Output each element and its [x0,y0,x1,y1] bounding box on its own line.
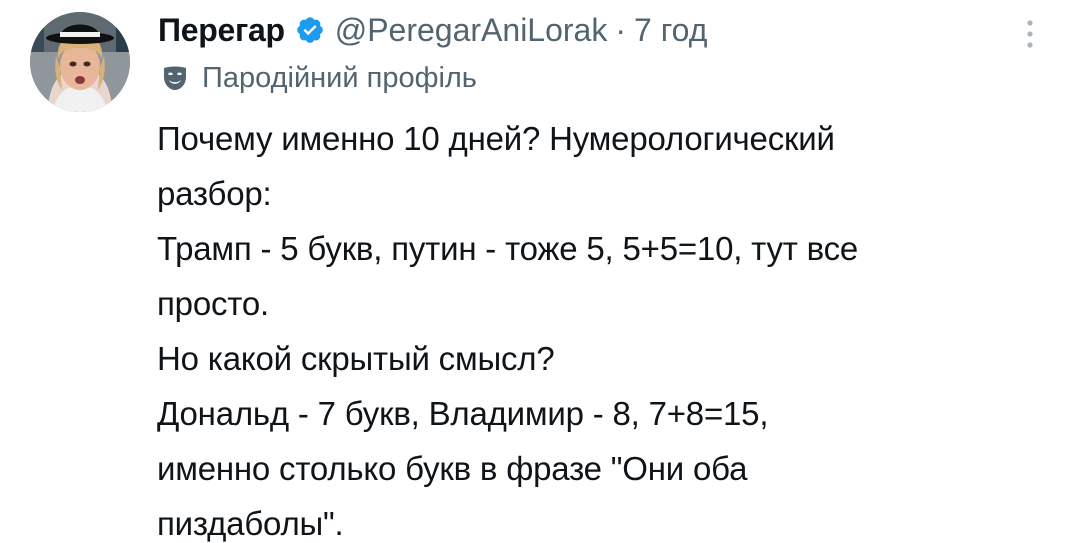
display-name[interactable]: Перегар [158,12,285,49]
parody-profile-label: Пародійний профіль [202,61,477,94]
tweet-text-line: разбор: [157,175,272,212]
avatar-image [30,12,130,112]
tweet-header: Перегар @PeregarAniLorak · 7 год [158,8,707,52]
tweet-text: Почему именно 10 дней? Нумерологический … [157,111,1057,543]
tweet-card[interactable]: Перегар @PeregarAniLorak · 7 год Пародій… [0,0,1080,543]
parody-label-row: Пародійний профіль [160,58,477,98]
timestamp[interactable]: 7 год [634,12,707,49]
tweet-text-line: именно столько букв в фразе "Они оба [157,450,748,487]
verified-badge-icon [295,15,325,45]
user-handle[interactable]: @PeregarAniLorak [335,12,608,49]
tweet-text-line: Трамп - 5 букв, путин - тоже 5, 5+5=10, … [157,230,859,267]
avatar[interactable] [30,12,130,112]
tweet-text-line: просто. [157,285,269,322]
tweet-text-line: Но какой скрытый смысл? [157,340,555,377]
theater-mask-icon [160,63,190,93]
header-separator: · [615,11,626,48]
tweet-text-line: Почему именно 10 дней? Нумерологический [157,120,835,157]
tweet-text-line: Дональд - 7 букв, Владимир - 8, 7+8=15, [157,395,769,432]
tweet-text-line: пиздаболы". [157,505,344,542]
more-vertical-icon[interactable] [1015,14,1045,54]
